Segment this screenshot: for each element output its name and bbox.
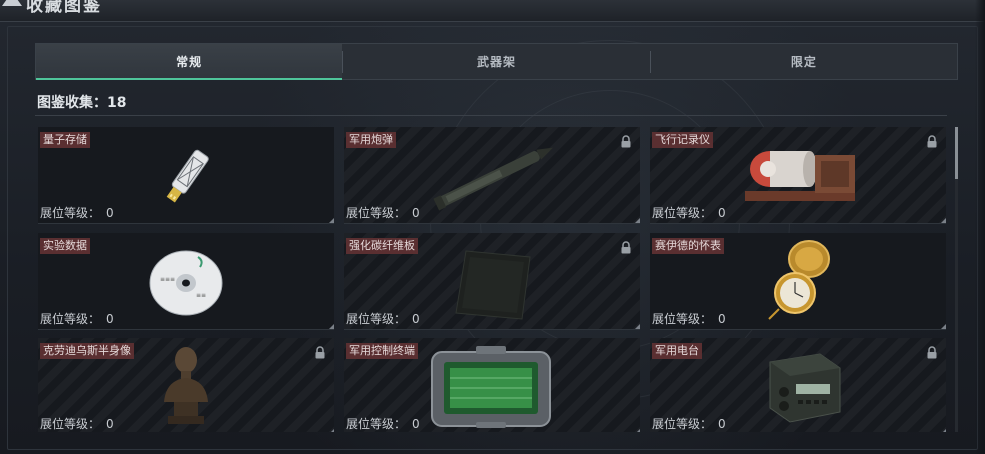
booth-level-value: 0 [718,206,726,220]
booth-level: 展位等级： 0 [652,204,726,221]
item-name: 赛伊德的怀表 [652,238,724,254]
usb-drive-icon [166,149,209,203]
panel-shadow [975,0,985,454]
booth-level-label: 展位等级： [652,417,713,431]
scrollbar-thumb[interactable] [955,127,958,179]
card-corner [635,429,640,432]
booth-level-label: 展位等级： [40,312,101,326]
lock-icon [621,241,631,254]
booth-level-label: 展位等级： [346,417,407,431]
collection-grid: 量子存储 展位等级： 0 军用炮弹 展位等级： 0 飞行记录仪 展位等级： 0 … [38,127,946,432]
item-name: 实验数据 [40,238,90,254]
item-name: 军用电台 [652,343,702,359]
page-title-text: 收藏图鉴 [26,0,102,16]
item-name: 量子存储 [40,132,90,148]
tab-weapon-rack[interactable]: 武器架 [343,44,649,79]
booth-level: 展位等级： 0 [652,415,726,432]
card-corner [329,218,334,223]
lock-icon [927,135,937,148]
booth-level-label: 展位等级： [346,206,407,220]
booth-level: 展位等级： 0 [40,415,114,432]
booth-level: 展位等级： 0 [40,310,114,327]
tab-weapon-rack-label: 武器架 [476,55,516,69]
booth-level-value: 0 [412,206,420,220]
lock-icon [315,346,325,359]
booth-level: 展位等级： 0 [40,204,114,221]
booth-level: 展位等级： 0 [652,310,726,327]
card-corner [941,324,946,329]
carbon-plate-icon [455,250,531,320]
item-name: 克劳迪乌斯半身像 [40,343,134,359]
booth-level-label: 展位等级： [652,312,713,326]
collection-card[interactable]: 量子存储 展位等级： 0 [38,127,334,224]
item-name: 飞行记录仪 [652,132,713,148]
svg-text:≡≡: ≡≡ [196,292,206,299]
divider [35,115,947,116]
control-terminal-icon [431,346,551,428]
booth-level-value: 0 [106,312,114,326]
booth-level-value: 0 [412,417,420,431]
artillery-shell-icon [433,147,554,211]
item-name: 军用炮弹 [346,132,396,148]
booth-level-value: 0 [106,417,114,431]
card-corner [329,324,334,329]
tab-general[interactable]: 常规 [36,44,343,80]
collection-card[interactable]: 军用炮弹 展位等级： 0 [344,127,640,224]
disc-icon: ≡≡≡ ≡≡ [149,250,223,316]
lock-icon [621,135,631,148]
booth-level-value: 0 [106,206,114,220]
booth-level: 展位等级： 0 [346,204,420,221]
collection-card[interactable]: 军用控制终端 展位等级： 0 [344,338,640,432]
collection-count: 图鉴收集：18 [37,95,127,111]
lock-icon [927,346,937,359]
booth-level: 展位等级： 0 [346,415,420,432]
booth-level: 展位等级： 0 [346,310,420,327]
booth-level-value: 0 [412,312,420,326]
tab-general-label: 常规 [176,55,203,69]
card-corner [635,324,640,329]
svg-text:≡≡≡: ≡≡≡ [160,276,175,283]
booth-level-value: 0 [718,312,726,326]
booth-level-label: 展位等级： [652,206,713,220]
military-radio-icon [769,353,841,423]
collection-card[interactable]: 强化碳纤维板 展位等级： 0 [344,233,640,330]
title-bar: 收藏图鉴 [0,0,985,22]
card-corner [941,218,946,223]
booth-level-value: 0 [718,417,726,431]
collection-card[interactable]: 军用电台 展位等级： 0 [650,338,946,432]
collection-card[interactable]: 赛伊德的怀表 展位等级： 0 [650,233,946,330]
booth-level-label: 展位等级： [346,312,407,326]
card-corner [941,429,946,432]
bust-statue-icon [164,347,208,424]
page-title: 收藏图鉴 [0,0,102,16]
card-corner [329,429,334,432]
collection-card[interactable]: 克劳迪乌斯半身像 展位等级： 0 [38,338,334,432]
flight-recorder-icon [745,151,855,201]
collection-card[interactable]: 实验数据 ≡≡≡ ≡≡ 展位等级： 0 [38,233,334,330]
booth-level-label: 展位等级： [40,417,101,431]
pocket-watch-icon [768,240,830,320]
item-name: 强化碳纤维板 [346,238,418,254]
tab-limited-label: 限定 [790,55,817,69]
tab-limited[interactable]: 限定 [651,44,957,79]
item-name: 军用控制终端 [346,343,418,359]
scrollbar[interactable] [955,127,958,432]
category-tabs: 常规 武器架 限定 [35,43,958,80]
booth-level-label: 展位等级： [40,206,101,220]
collection-card[interactable]: 飞行记录仪 展位等级： 0 [650,127,946,224]
card-corner [635,218,640,223]
